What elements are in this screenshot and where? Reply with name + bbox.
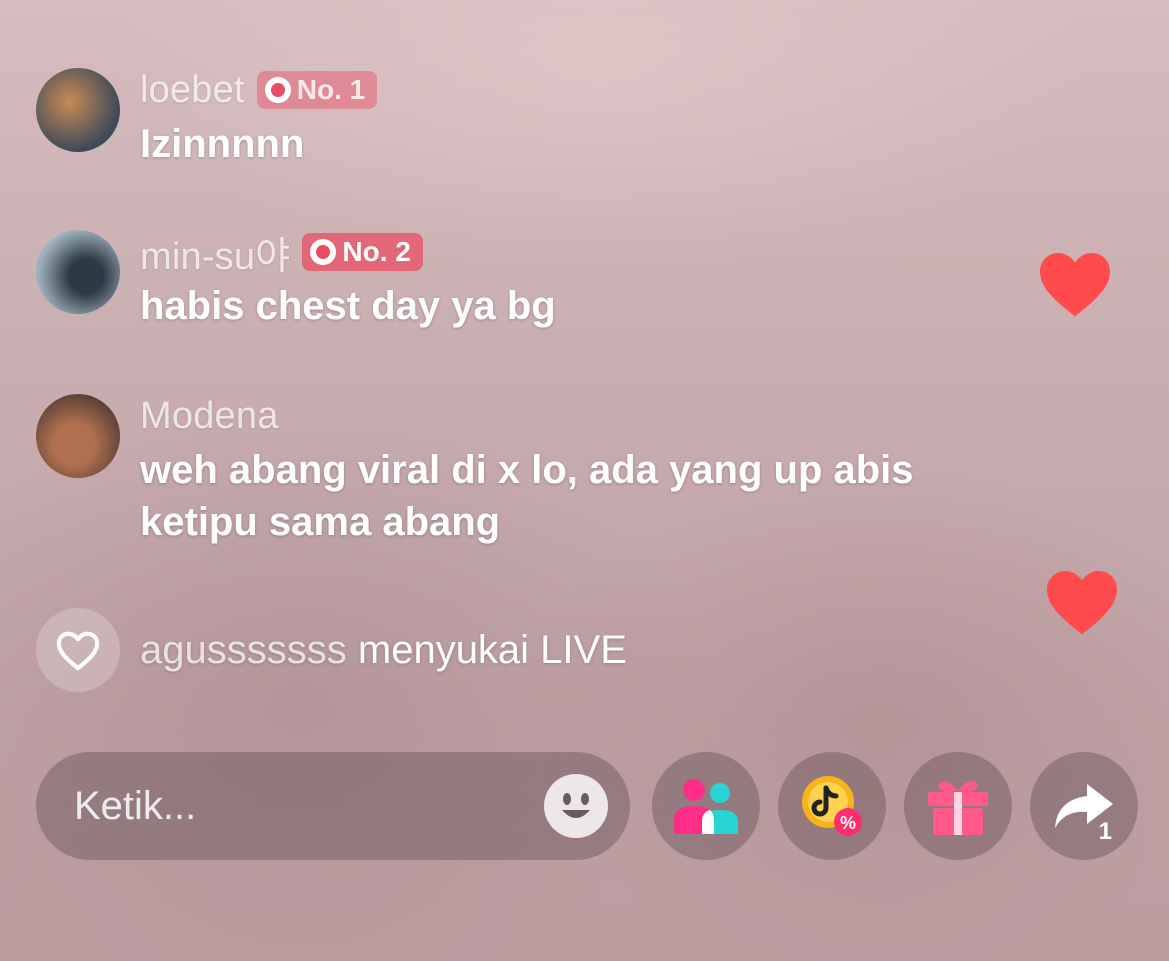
gift-button[interactable] xyxy=(904,752,1012,860)
rank-badge: No. 2 xyxy=(302,233,423,271)
like-event: agusssssss menyukai LIVE xyxy=(36,608,627,692)
username[interactable]: min-su야 xyxy=(140,225,290,280)
collab-button[interactable] xyxy=(652,752,760,860)
username[interactable]: Modena xyxy=(140,395,279,438)
message-text: habis chest day ya bg xyxy=(140,284,556,328)
rank-label: No. 2 xyxy=(342,236,411,267)
comment-input[interactable] xyxy=(72,782,526,830)
like-action: menyukai LIVE xyxy=(357,627,627,672)
medal-icon xyxy=(310,239,337,265)
floating-heart-icon xyxy=(1047,571,1117,635)
chat-message[interactable]: min-su야 No. 2 habis chest day ya bg xyxy=(36,230,1040,332)
emoji-button[interactable] xyxy=(544,774,608,838)
chat-message[interactable]: loebet No. 1 Izinnnnn xyxy=(36,68,1040,170)
bottom-toolbar: % 1 xyxy=(0,752,1169,860)
coin-discount-icon: % xyxy=(802,776,862,836)
like-username[interactable]: agusssssss xyxy=(140,628,347,672)
medal-icon xyxy=(264,77,291,103)
message-text: Izinnnnn xyxy=(140,122,305,166)
share-button[interactable]: 1 xyxy=(1030,752,1138,860)
gift-icon xyxy=(928,781,988,835)
avatar[interactable] xyxy=(36,230,120,314)
username[interactable]: loebet xyxy=(140,69,245,112)
heart-outline-icon xyxy=(36,608,120,692)
avatar[interactable] xyxy=(36,68,120,152)
avatar[interactable] xyxy=(36,394,120,478)
smiley-icon xyxy=(562,793,590,818)
chat-message[interactable]: Modena weh abang viral di x lo, ada yang… xyxy=(36,394,1040,548)
rank-label: No. 1 xyxy=(296,74,366,105)
share-count: 1 xyxy=(1098,818,1112,845)
svg-text:%: % xyxy=(840,813,856,833)
coin-button[interactable]: % xyxy=(778,752,886,860)
people-icon xyxy=(674,779,738,834)
comment-box[interactable] xyxy=(36,752,630,860)
rank-badge: No. 1 xyxy=(256,71,378,109)
message-text: weh abang viral di x lo, ada yang up abi… xyxy=(140,448,914,544)
floating-heart-icon xyxy=(1040,253,1110,317)
